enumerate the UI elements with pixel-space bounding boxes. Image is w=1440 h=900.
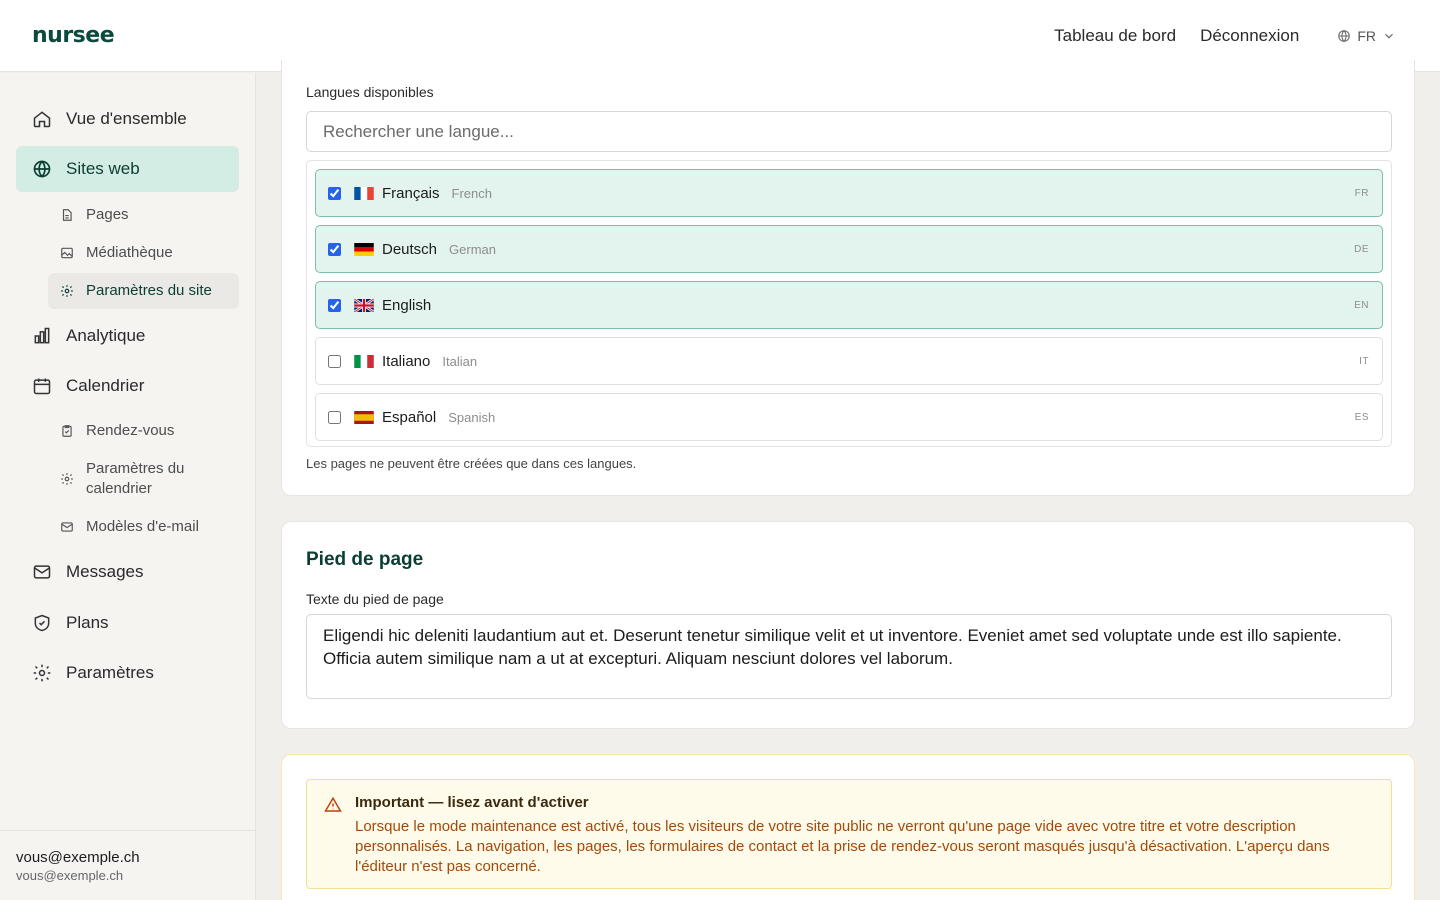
language-code: ES bbox=[1354, 411, 1369, 423]
language-native-name: Français bbox=[382, 184, 440, 202]
calendar-icon bbox=[33, 378, 51, 395]
sidebar-item-label: Pages bbox=[86, 206, 129, 223]
language-english-name: French bbox=[451, 185, 492, 201]
languages-helper-text: Les pages ne peuvent être créées que dan… bbox=[306, 456, 637, 471]
sidebar-item-calendar-settings[interactable]: Paramètres du calendrier bbox=[48, 455, 239, 503]
language-option-it[interactable]: Italiano Italian IT bbox=[315, 337, 1383, 385]
sidebar-item-messages[interactable]: Messages bbox=[16, 549, 239, 595]
flag-germany-icon bbox=[354, 242, 374, 256]
user-name: vous@exemple.ch bbox=[16, 849, 140, 866]
sidebar-item-label: Sites web bbox=[66, 159, 140, 178]
sidebar-item-label: Médiathèque bbox=[86, 244, 173, 261]
sidebar: Vue d'ensemble Sites web Pages Médiathèq… bbox=[0, 73, 256, 900]
language-native-name: English bbox=[382, 296, 432, 314]
maintenance-warning-alert: Important — lisez avant d'activer Lorsqu… bbox=[306, 779, 1392, 889]
logo[interactable]: nursee bbox=[32, 23, 115, 48]
language-checkbox[interactable] bbox=[328, 298, 341, 312]
home-icon bbox=[33, 111, 51, 128]
logout-link[interactable]: Déconnexion bbox=[1200, 26, 1299, 46]
language-native-name: Deutsch bbox=[382, 240, 438, 258]
language-native-name: Español bbox=[382, 408, 437, 426]
flag-france-icon bbox=[354, 186, 374, 200]
flag-italy-icon bbox=[354, 354, 374, 368]
language-checkbox[interactable] bbox=[328, 242, 341, 256]
sidebar-item-websites[interactable]: Sites web bbox=[16, 146, 239, 192]
clipboard-icon bbox=[62, 425, 72, 437]
sidebar-item-pages[interactable]: Pages bbox=[48, 197, 239, 233]
sidebar-item-label: Modèles d'e-mail bbox=[86, 518, 199, 535]
sidebar-item-settings[interactable]: Paramètres bbox=[16, 650, 239, 696]
language-checkbox[interactable] bbox=[328, 354, 341, 368]
sidebar-item-email-templates[interactable]: Modèles d'e-mail bbox=[48, 509, 239, 545]
top-nav: Tableau de bord Déconnexion FR bbox=[1054, 26, 1408, 46]
sidebar-item-label: Paramètres du calendrier bbox=[86, 460, 185, 497]
language-option-es[interactable]: Español Spanish ES bbox=[315, 393, 1383, 441]
sidebar-item-label: Messages bbox=[66, 562, 144, 581]
warning-icon bbox=[324, 796, 342, 812]
language-english-name: Italian bbox=[442, 353, 478, 369]
language-option-en[interactable]: English EN bbox=[315, 281, 1383, 329]
alert-text: Lorsque le mode maintenance est activé, … bbox=[355, 818, 1330, 875]
language-code: DE bbox=[1354, 243, 1369, 255]
maintenance-card: Important — lisez avant d'activer Lorsqu… bbox=[281, 754, 1415, 900]
user-email: vous@exemple.ch bbox=[16, 868, 124, 883]
gear-icon bbox=[61, 473, 73, 485]
flag-spain-icon bbox=[354, 410, 374, 424]
footer-text-label: Texte du pied de page bbox=[306, 591, 444, 607]
language-checkbox[interactable] bbox=[328, 186, 341, 200]
languages-label: Langues disponibles bbox=[306, 84, 434, 100]
sidebar-item-calendar[interactable]: Calendrier bbox=[16, 363, 239, 409]
sidebar-item-label: Vue d'ensemble bbox=[66, 109, 187, 128]
document-icon bbox=[62, 209, 72, 221]
sidebar-item-label: Calendrier bbox=[66, 376, 145, 395]
sidebar-item-site-settings[interactable]: Paramètres du site bbox=[48, 273, 239, 309]
globe-icon bbox=[33, 160, 51, 178]
gear-icon bbox=[61, 285, 73, 297]
globe-icon bbox=[1338, 29, 1351, 42]
sidebar-item-analytics[interactable]: Analytique bbox=[16, 313, 239, 359]
sidebar-item-label: Paramètres bbox=[66, 663, 154, 682]
image-icon bbox=[61, 247, 73, 259]
language-checkbox[interactable] bbox=[328, 410, 341, 424]
language-code: EN bbox=[1354, 299, 1369, 311]
shield-icon bbox=[34, 614, 50, 632]
user-account[interactable]: vous@exemple.ch vous@exemple.ch bbox=[0, 830, 255, 900]
mail-icon bbox=[33, 565, 51, 579]
language-native-name: Italiano bbox=[382, 352, 431, 370]
sidebar-item-appointments[interactable]: Rendez-vous bbox=[48, 413, 239, 449]
sidebar-item-label: Rendez-vous bbox=[86, 422, 175, 439]
mail-icon bbox=[61, 522, 73, 532]
bar-chart-icon bbox=[34, 327, 50, 344]
chevron-down-icon bbox=[1385, 33, 1393, 39]
flag-uk-icon bbox=[354, 298, 374, 312]
language-option-de[interactable]: Deutsch German DE bbox=[315, 225, 1383, 273]
language-english-name: German bbox=[449, 241, 496, 257]
language-option-fr[interactable]: Français French FR bbox=[315, 169, 1383, 217]
sidebar-item-overview[interactable]: Vue d'ensemble bbox=[16, 96, 239, 142]
language-code: FR bbox=[1354, 187, 1369, 199]
footer-text-input[interactable]: Eligendi hic deleniti laudantium aut et.… bbox=[306, 614, 1392, 699]
language-code: FR bbox=[1357, 27, 1376, 44]
sidebar-item-label: Analytique bbox=[66, 326, 146, 345]
language-search-input[interactable] bbox=[306, 111, 1392, 152]
gear-icon bbox=[33, 664, 51, 682]
alert-title: Important — lisez avant d'activer bbox=[355, 794, 589, 811]
languages-card: Langues disponibles Français French FR D… bbox=[281, 60, 1415, 496]
footer-section-title: Pied de page bbox=[306, 549, 424, 570]
language-code: IT bbox=[1359, 355, 1369, 367]
language-english-name: Spanish bbox=[448, 409, 496, 425]
dashboard-link[interactable]: Tableau de bord bbox=[1054, 26, 1176, 46]
language-list: Français French FR Deutsch German DE Eng… bbox=[306, 160, 1392, 447]
sidebar-item-label: Plans bbox=[66, 613, 109, 632]
footer-card: Pied de page Texte du pied de page Elige… bbox=[281, 521, 1415, 729]
sidebar-item-media-library[interactable]: Médiathèque bbox=[48, 235, 239, 271]
sidebar-item-plans[interactable]: Plans bbox=[16, 600, 239, 646]
language-switcher[interactable]: FR bbox=[1337, 28, 1396, 44]
sidebar-item-label: Paramètres du site bbox=[86, 282, 212, 299]
